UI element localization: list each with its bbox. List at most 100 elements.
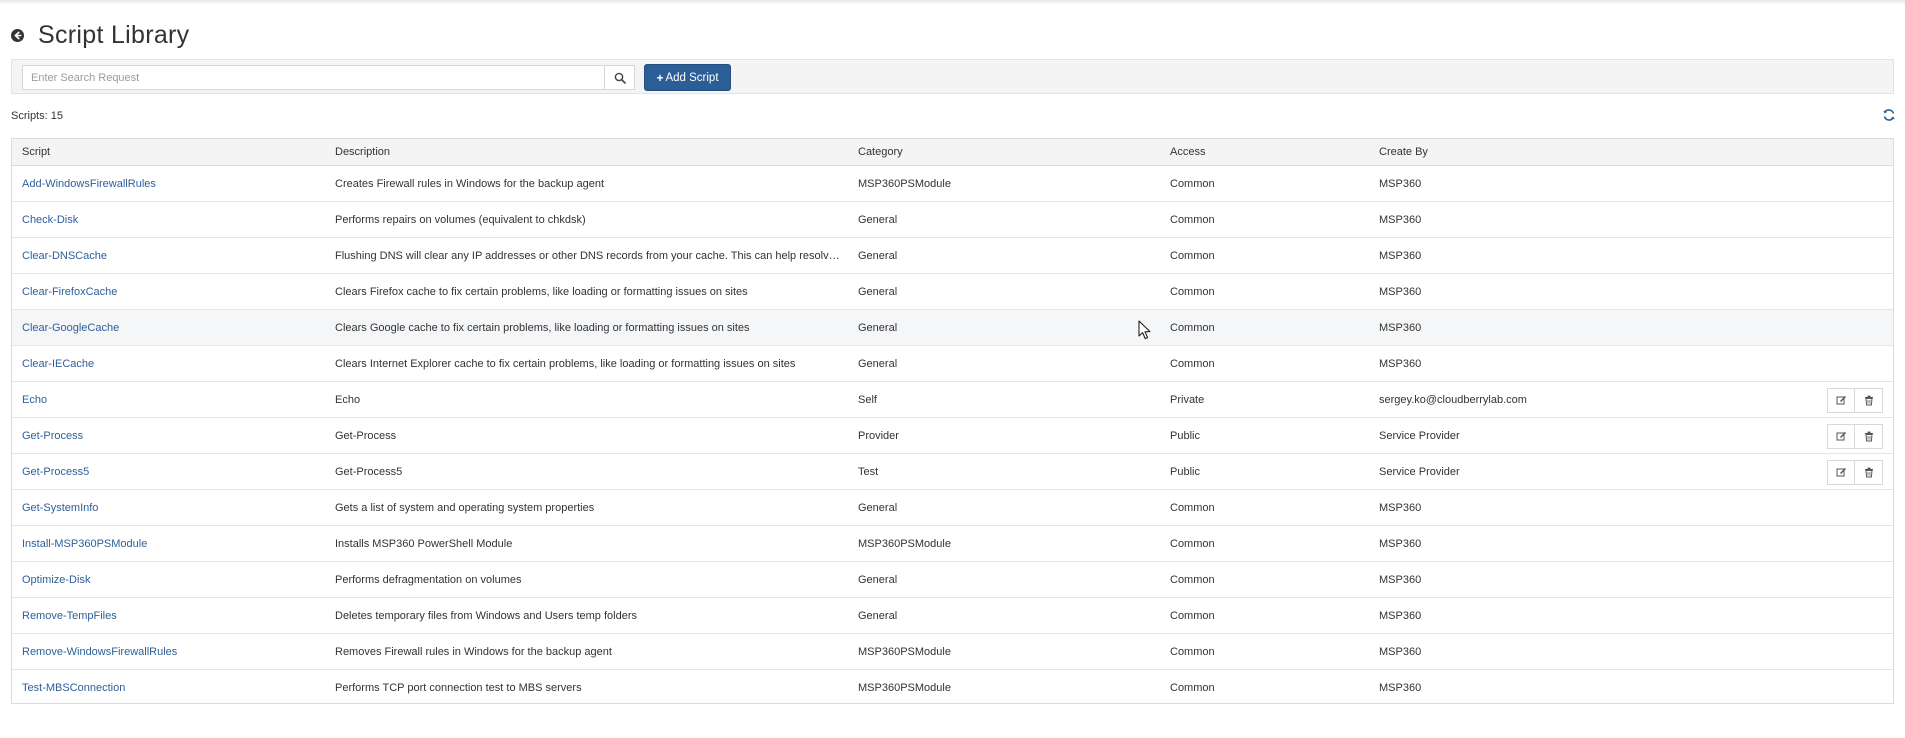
trash-icon	[1864, 467, 1873, 478]
script-access: Common	[1170, 646, 1215, 658]
table-row[interactable]: Remove-WindowsFirewallRules Removes Firew…	[12, 634, 1893, 670]
edit-button[interactable]	[1827, 424, 1855, 449]
script-access: Private	[1170, 394, 1205, 406]
table-row[interactable]: Get-Process Get-Process Provider Public Serv…	[12, 418, 1893, 454]
table-row[interactable]: Clear-GoogleCache Clears Google cache to …	[12, 310, 1893, 346]
table-row[interactable]: Add-WindowsFirewallRules Creates Firewall…	[12, 166, 1893, 202]
script-created-by: MSP360	[1379, 178, 1422, 190]
script-name-link[interactable]: Clear-FirefoxCache	[22, 274, 322, 310]
delete-button[interactable]	[1855, 460, 1883, 485]
script-access: Common	[1170, 574, 1215, 586]
script-name-link[interactable]: Check-Disk	[22, 202, 322, 238]
edit-button[interactable]	[1827, 388, 1855, 413]
script-description: Get-Process	[335, 430, 397, 442]
script-category: General	[858, 250, 898, 262]
row-actions	[1827, 424, 1883, 449]
trash-icon	[1864, 431, 1873, 442]
row-actions	[1827, 388, 1883, 413]
script-created-by: Service Provider	[1379, 430, 1460, 442]
script-name-link[interactable]: Clear-GoogleCache	[22, 310, 322, 346]
script-description: Clears Firefox cache to fix certain prob…	[335, 286, 748, 298]
script-name-link[interactable]: Clear-DNSCache	[22, 238, 322, 274]
search-button[interactable]	[605, 65, 635, 90]
column-header-description[interactable]: Description	[335, 139, 390, 166]
back-arrow-icon[interactable]	[11, 28, 24, 42]
add-script-label: Add Script	[665, 71, 719, 84]
script-created-by: Service Provider	[1379, 466, 1460, 478]
script-access: Common	[1170, 538, 1215, 550]
script-name-link[interactable]: Get-Process	[22, 418, 322, 454]
table-row[interactable]: Test-MBSConnection Performs TCP port conn…	[12, 670, 1893, 706]
table-header: Script Description Category Access Creat…	[12, 139, 1893, 166]
script-name-link[interactable]: Remove-WindowsFirewallRules	[22, 634, 322, 670]
script-name-link[interactable]: Get-SystemInfo	[22, 490, 322, 526]
search-icon	[614, 72, 626, 84]
script-name-link[interactable]: Clear-IECache	[22, 346, 322, 382]
script-category: General	[858, 574, 898, 586]
row-actions	[1827, 460, 1883, 485]
delete-button[interactable]	[1855, 424, 1883, 449]
script-description: Performs repairs on volumes (equivalent …	[335, 214, 586, 226]
script-description: Flushing DNS will clear any IP addresses…	[335, 250, 845, 262]
refresh-icon[interactable]	[1882, 108, 1896, 122]
table-row[interactable]: Clear-FirefoxCache Clears Firefox cache t…	[12, 274, 1893, 310]
script-category: General	[858, 286, 898, 298]
table-row[interactable]: Get-SystemInfo Gets a list of system and …	[12, 490, 1893, 526]
script-name-link[interactable]: Optimize-Disk	[22, 562, 322, 598]
script-created-by: MSP360	[1379, 214, 1422, 226]
script-category: MSP360PSModule	[858, 646, 951, 658]
table-row[interactable]: Clear-DNSCache Flushing DNS will clear an…	[12, 238, 1893, 274]
script-description: Echo	[335, 394, 361, 406]
table-row[interactable]: Remove-TempFiles Deletes temporary files …	[12, 598, 1893, 634]
script-description: Clears Google cache to fix certain probl…	[335, 322, 750, 334]
script-description: Gets a list of system and operating syst…	[335, 502, 595, 514]
script-name-link[interactable]: Install-MSP360PSModule	[22, 526, 322, 562]
script-category: Provider	[858, 430, 899, 442]
script-access: Common	[1170, 250, 1215, 262]
table-row[interactable]: Echo Echo Self Private sergey.ko@cloudberryl…	[12, 382, 1893, 418]
script-name-link[interactable]: Test-MBSConnection	[22, 670, 322, 706]
script-created-by: sergey.ko@cloudberrylab.com	[1379, 394, 1527, 406]
column-header-create-by[interactable]: Create By	[1379, 139, 1428, 166]
table-row[interactable]: Clear-IECache Clears Internet Explorer ca…	[12, 346, 1893, 382]
table-row[interactable]: Install-MSP360PSModule Installs MSP360 Po…	[12, 526, 1893, 562]
script-access: Common	[1170, 214, 1215, 226]
add-script-button[interactable]: + Add Script	[644, 64, 731, 91]
script-created-by: MSP360	[1379, 502, 1422, 514]
table-row[interactable]: Check-Disk Performs repairs on volumes (e…	[12, 202, 1893, 238]
script-category: MSP360PSModule	[858, 682, 951, 694]
column-header-category[interactable]: Category	[858, 139, 903, 166]
script-access: Common	[1170, 358, 1215, 370]
search-input[interactable]	[22, 65, 605, 90]
column-header-access[interactable]: Access	[1170, 139, 1205, 166]
script-category: Self	[858, 394, 877, 406]
script-category: General	[858, 610, 898, 622]
script-category: General	[858, 358, 898, 370]
script-name-link[interactable]: Remove-TempFiles	[22, 598, 322, 634]
delete-button[interactable]	[1855, 388, 1883, 413]
edit-icon	[1836, 468, 1846, 477]
script-access: Common	[1170, 178, 1215, 190]
script-name-link[interactable]: Add-WindowsFirewallRules	[22, 166, 322, 202]
table-row[interactable]: Optimize-Disk Performs defragmentation on…	[12, 562, 1893, 598]
script-access: Common	[1170, 502, 1215, 514]
script-description: Deletes temporary files from Windows and…	[335, 610, 637, 622]
edit-button[interactable]	[1827, 460, 1855, 485]
column-header-script[interactable]: Script	[22, 139, 50, 166]
scripts-count: Scripts: 15	[11, 110, 63, 122]
script-category: MSP360PSModule	[858, 178, 951, 190]
script-access: Common	[1170, 322, 1215, 334]
script-category: Test	[858, 466, 879, 478]
script-name-link[interactable]: Get-Process5	[22, 454, 322, 490]
script-created-by: MSP360	[1379, 646, 1422, 658]
script-category: MSP360PSModule	[858, 538, 951, 550]
script-description: Removes Firewall rules in Windows for th…	[335, 646, 612, 658]
page-header: Script Library	[11, 18, 189, 52]
script-name-link[interactable]: Echo	[22, 382, 322, 418]
script-description: Performs TCP port connection test to MBS…	[335, 682, 582, 694]
script-description: Clears Internet Explorer cache to fix ce…	[335, 358, 796, 370]
script-category: General	[858, 322, 898, 334]
script-category: General	[858, 214, 898, 226]
table-row[interactable]: Get-Process5 Get-Process5 Test Public Servic…	[12, 454, 1893, 490]
script-access: Public	[1170, 430, 1200, 442]
